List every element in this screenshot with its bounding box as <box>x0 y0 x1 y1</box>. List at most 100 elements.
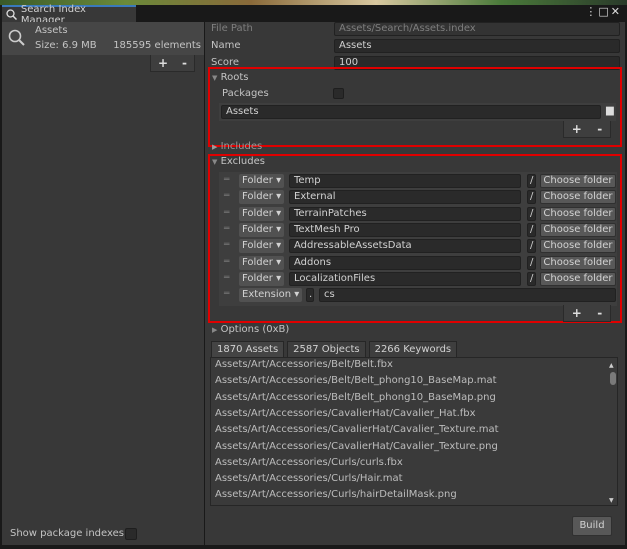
exclude-type-dropdown[interactable]: Folder ▾ <box>239 222 285 237</box>
window-tab[interactable]: Search Index Manager <box>2 4 136 26</box>
exclude-type-dropdown[interactable]: Folder ▾ <box>239 206 285 221</box>
maximize-icon[interactable]: □ <box>598 5 610 18</box>
asset-list-item[interactable]: Assets/Art/Accessories/Belt/Belt.fbx <box>215 359 393 370</box>
asset-list-item[interactable]: Assets/Art/Accessories/CavalierHat/Caval… <box>215 441 498 452</box>
index-item[interactable]: Assets Size: 6.9 MB 185595 elements <box>2 22 204 55</box>
scrollbar-thumb[interactable] <box>610 372 616 385</box>
roots-controls: + - <box>563 121 611 138</box>
exclude-row: ═ Folder ▾ AddressableAssetsData / Choos… <box>221 239 617 254</box>
drag-handle-icon[interactable]: ═ <box>224 273 229 283</box>
kebab-icon[interactable]: ⋮ <box>585 5 598 18</box>
drag-handle-icon[interactable]: ═ <box>224 240 229 250</box>
remove-exclude-button[interactable]: - <box>597 306 602 320</box>
exclude-value-input[interactable]: TerrainPatches <box>289 206 521 221</box>
index-size: Size: 6.9 MB <box>35 40 97 51</box>
add-index-button[interactable]: + <box>158 56 168 70</box>
choose-folder-button[interactable]: Choose folder <box>540 271 616 286</box>
exclude-type-dropdown[interactable]: Folder ▾ <box>239 271 285 286</box>
exclude-type-dropdown[interactable]: Folder ▾ <box>239 255 285 270</box>
choose-folder-button[interactable]: Choose folder <box>540 222 616 237</box>
exclude-type-dropdown[interactable]: Extension ▾ <box>239 288 303 303</box>
exclude-value-input[interactable]: Addons <box>289 255 521 270</box>
tab-keywords[interactable]: 2266 Keywords <box>368 341 458 357</box>
close-icon[interactable]: ✕ <box>611 5 622 18</box>
packages-label: Packages <box>222 88 269 99</box>
exclude-value-input[interactable]: Temp <box>289 174 521 188</box>
index-list-panel <box>2 22 204 545</box>
search-icon <box>8 29 25 46</box>
includes-title: Includes <box>220 141 263 152</box>
exclude-row: ═ Extension ▾ . cs <box>221 288 617 303</box>
index-name: Assets <box>35 25 68 36</box>
choose-folder-button[interactable]: Choose folder <box>540 174 616 188</box>
exclude-value-input[interactable]: TextMesh Pro <box>289 222 521 237</box>
separator: / <box>527 190 536 205</box>
excludes-foldout[interactable]: ▼ Excludes <box>212 156 265 167</box>
exclude-row: ═ Folder ▾ External / Choose folder <box>221 190 617 205</box>
roots-foldout[interactable]: ▼ Roots <box>212 72 248 83</box>
folder-icon[interactable]: ▆ <box>606 105 614 116</box>
asset-list-item[interactable]: Assets/Art/Accessories/Curls/hairDetailM… <box>215 489 457 500</box>
choose-folder-button[interactable]: Choose folder <box>540 206 616 221</box>
file-path-field: Assets/Search/Assets.index <box>334 22 620 36</box>
name-input[interactable]: Assets <box>334 39 620 53</box>
drag-handle-icon[interactable]: ═ <box>224 224 229 234</box>
asset-list-item[interactable]: Assets/Art/Accessories/CavalierHat/Caval… <box>215 424 499 435</box>
choose-folder-button[interactable]: Choose folder <box>540 190 616 205</box>
drag-handle-icon[interactable]: ═ <box>224 208 229 218</box>
separator: / <box>527 239 536 254</box>
exclude-value-input[interactable]: External <box>289 190 521 205</box>
window-controls: ⋮□✕ <box>585 5 622 18</box>
file-path-label: File Path <box>211 23 253 34</box>
add-root-button[interactable]: + <box>572 122 582 136</box>
exclude-value-input[interactable]: AddressableAssetsData <box>289 239 521 254</box>
exclude-type-dropdown[interactable]: Folder ▾ <box>239 174 285 188</box>
add-exclude-button[interactable]: + <box>572 306 582 320</box>
root-path-input[interactable]: Assets <box>221 105 601 119</box>
tab-objects[interactable]: 2587 Objects <box>287 341 366 357</box>
remove-root-button[interactable]: - <box>597 122 602 136</box>
drag-handle-icon[interactable]: ═ <box>224 191 229 201</box>
roots-title: Roots <box>220 72 249 83</box>
exclude-row: ═ Folder ▾ Addons / Choose folder <box>221 255 617 271</box>
exclude-type-dropdown[interactable]: Folder ▾ <box>239 239 285 254</box>
remove-index-button[interactable]: - <box>182 56 187 70</box>
build-button[interactable]: Build <box>572 516 612 536</box>
index-list-controls: + - <box>150 55 195 72</box>
drag-handle-icon[interactable]: ═ <box>224 175 229 185</box>
choose-folder-button[interactable]: Choose folder <box>540 255 616 270</box>
scroll-down-icon[interactable]: ▼ <box>609 497 614 504</box>
options-title: Options (0xB) <box>220 324 290 335</box>
show-package-indexes-checkbox[interactable] <box>125 528 137 540</box>
asset-list-item[interactable]: Assets/Art/Accessories/Curls/curls.fbx <box>215 457 403 468</box>
show-package-indexes-label: Show package indexes <box>10 528 124 539</box>
asset-list-item[interactable]: Assets/Art/Accessories/Belt/Belt_phong10… <box>215 392 496 403</box>
includes-foldout[interactable]: ▶ Includes <box>212 141 262 152</box>
separator: / <box>527 206 536 221</box>
separator: / <box>527 255 536 270</box>
scroll-up-icon[interactable]: ▲ <box>609 362 614 369</box>
packages-checkbox[interactable] <box>333 88 344 99</box>
excludes-title: Excludes <box>220 156 265 167</box>
extension-input[interactable]: cs <box>319 288 616 303</box>
exclude-type-dropdown[interactable]: Folder ▾ <box>239 190 285 205</box>
exclude-row: ═ Folder ▾ TextMesh Pro / Choose folder <box>221 222 617 238</box>
scrollbar[interactable]: ▲ ▼ <box>609 362 617 504</box>
exclude-value-input[interactable]: LocalizationFiles <box>289 271 521 286</box>
choose-folder-button[interactable]: Choose folder <box>540 239 616 254</box>
exclude-row: ═ Folder ▾ LocalizationFiles / Choose fo… <box>221 271 617 287</box>
excludes-controls: + - <box>563 305 611 322</box>
search-icon <box>6 9 17 20</box>
triangle-down-icon: ▼ <box>212 158 218 166</box>
asset-list-item[interactable]: Assets/Art/Accessories/Belt/Belt_phong10… <box>215 375 497 386</box>
drag-handle-icon[interactable]: ═ <box>224 257 229 267</box>
exclude-row: ═ Folder ▾ Temp / Choose folder <box>221 174 617 189</box>
asset-list-item[interactable]: Assets/Art/Accessories/Curls/Hair.mat <box>215 473 403 484</box>
triangle-right-icon: ▶ <box>212 326 218 334</box>
tab-assets[interactable]: 1870 Assets <box>211 341 285 357</box>
options-foldout[interactable]: ▶ Options (0xB) <box>212 324 289 335</box>
exclude-row: ═ Folder ▾ TerrainPatches / Choose folde… <box>221 206 617 222</box>
asset-list-item[interactable]: Assets/Art/Accessories/CavalierHat/Caval… <box>215 408 476 419</box>
results-tabs: 1870 Assets 2587 Objects 2266 Keywords <box>211 341 458 357</box>
drag-handle-icon[interactable]: ═ <box>224 289 229 299</box>
